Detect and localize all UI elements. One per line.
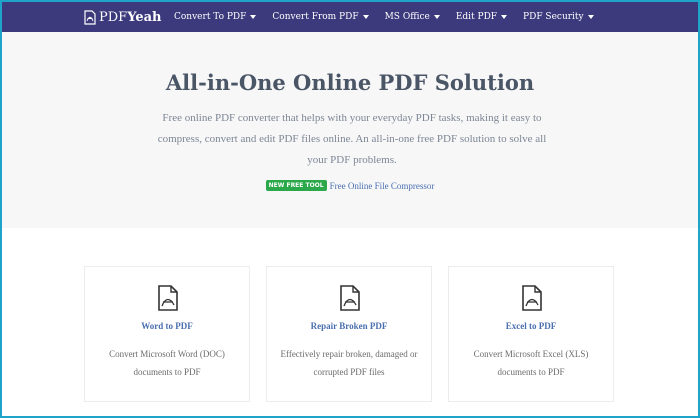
tool-cards: Word to PDF Convert Microsoft Word (DOC)… — [84, 266, 614, 402]
menu-label: MS Office — [384, 12, 430, 22]
card-word-to-pdf[interactable]: Word to PDF Convert Microsoft Word (DOC)… — [84, 266, 250, 402]
caret-down-icon — [433, 15, 440, 19]
caret-down-icon — [250, 15, 257, 19]
hero-description: Free online PDF converter that helps wit… — [157, 112, 547, 166]
caret-down-icon — [501, 15, 508, 19]
pdf-file-icon — [158, 285, 178, 311]
pdf-file-icon — [340, 285, 360, 311]
menu-label: Convert To PDF — [174, 12, 247, 22]
logo-text-prefix: PDF — [99, 9, 128, 25]
menu-convert-to-pdf[interactable]: Convert To PDF — [166, 12, 264, 22]
file-compressor-link[interactable]: Free Online File Compressor — [330, 181, 435, 191]
menu-pdf-security[interactable]: PDF Security — [515, 12, 602, 22]
site-logo[interactable]: PDF Yeah — [84, 7, 162, 27]
new-tool-badge: NEW FREE TOOL — [265, 180, 327, 191]
card-title[interactable]: Word to PDF — [85, 321, 249, 331]
card-description: Effectively repair broken, damaged or co… — [280, 349, 418, 377]
browser-frame: PDF Yeah Convert To PDF Convert From PDF … — [0, 0, 700, 418]
menu-label: Edit PDF — [455, 12, 498, 22]
logo-text-suffix: Yeah — [127, 9, 162, 25]
caret-down-icon — [362, 15, 369, 19]
card-description: Convert Microsoft Word (DOC) documents t… — [109, 349, 225, 377]
pdf-logo-icon — [84, 9, 96, 25]
top-navbar: PDF Yeah Convert To PDF Convert From PDF … — [2, 2, 698, 32]
menu-label: Convert From PDF — [272, 12, 359, 22]
main-menu: Convert To PDF Convert From PDF MS Offic… — [166, 2, 602, 32]
menu-convert-from-pdf[interactable]: Convert From PDF — [264, 12, 376, 22]
caret-down-icon — [587, 15, 594, 19]
menu-ms-office[interactable]: MS Office — [377, 12, 448, 22]
card-excel-to-pdf[interactable]: Excel to PDF Convert Microsoft Excel (XL… — [448, 266, 614, 402]
card-repair-broken-pdf[interactable]: Repair Broken PDF Effectively repair bro… — [266, 266, 432, 402]
card-description: Convert Microsoft Excel (XLS) documents … — [473, 349, 589, 377]
card-title[interactable]: Excel to PDF — [449, 321, 613, 331]
hero-title: All-in-One Online PDF Solution — [165, 70, 535, 95]
menu-edit-pdf[interactable]: Edit PDF — [448, 12, 515, 22]
menu-label: PDF Security — [523, 12, 584, 22]
pdf-file-icon — [522, 285, 542, 311]
hero-section: All-in-One Online PDF Solution Free onli… — [2, 32, 698, 228]
promo-line: NEW FREE TOOL Free Online File Compresso… — [2, 180, 698, 191]
card-title[interactable]: Repair Broken PDF — [267, 321, 431, 331]
